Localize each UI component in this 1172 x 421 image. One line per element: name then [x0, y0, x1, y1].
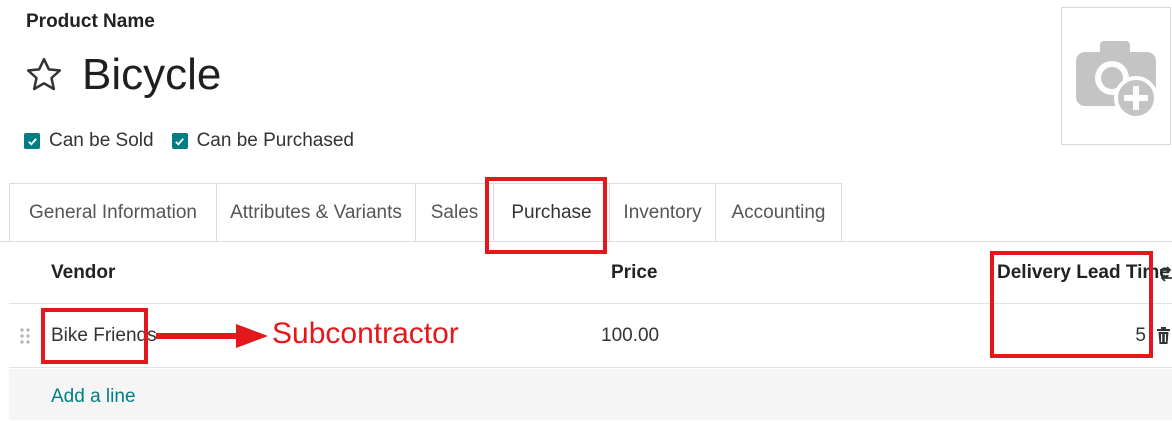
- column-settings-icon[interactable]: [1160, 265, 1172, 283]
- checkbox-checked-icon[interactable]: [24, 133, 40, 149]
- can-be-sold-label: Can be Sold: [49, 130, 154, 151]
- product-name-label: Product Name: [26, 11, 155, 32]
- column-header-delivery-lead-time[interactable]: Delivery Lead Time: [997, 262, 1170, 284]
- star-icon[interactable]: [24, 55, 64, 95]
- arrow-right-icon: [156, 324, 268, 348]
- column-header-price[interactable]: Price: [611, 262, 657, 284]
- can-be-purchased-label: Can be Purchased: [196, 130, 354, 151]
- table-header: Vendor Price Delivery Lead Time: [9, 243, 1172, 304]
- product-name[interactable]: Bicycle: [82, 48, 221, 102]
- can-be-purchased-option[interactable]: Can be Purchased: [171, 130, 354, 152]
- column-header-vendor[interactable]: Vendor: [51, 262, 115, 284]
- tab-purchase[interactable]: Purchase: [493, 183, 610, 242]
- camera-add-icon: [1076, 41, 1158, 120]
- tab-accounting[interactable]: Accounting: [715, 183, 842, 242]
- tab-inventory[interactable]: Inventory: [609, 183, 716, 242]
- add-line-link[interactable]: Add a line: [51, 386, 136, 408]
- tab-divider: [0, 241, 1172, 242]
- subcontractor-annotation: Subcontractor: [272, 317, 459, 350]
- checkbox-checked-icon[interactable]: [171, 133, 188, 149]
- price-cell[interactable]: 100.00: [601, 325, 659, 347]
- product-options: Can be Sold Can be Purchased: [24, 130, 372, 152]
- tab-sales[interactable]: Sales: [415, 183, 494, 242]
- product-image-upload[interactable]: [1061, 7, 1171, 145]
- drag-handle-icon[interactable]: [20, 327, 30, 345]
- vendor-cell[interactable]: Bike Friends: [51, 325, 157, 347]
- add-line-row: Add a line: [9, 369, 1172, 420]
- tab-attributes-variants[interactable]: Attributes & Variants: [216, 183, 416, 242]
- tab-bar: General Information Attributes & Variant…: [9, 183, 842, 242]
- tab-general-information[interactable]: General Information: [9, 183, 217, 242]
- trash-icon[interactable]: [1157, 327, 1170, 344]
- can-be-sold-option[interactable]: Can be Sold: [24, 130, 154, 152]
- title-row: Bicycle: [24, 48, 221, 102]
- lead-time-cell[interactable]: 5: [1135, 325, 1146, 347]
